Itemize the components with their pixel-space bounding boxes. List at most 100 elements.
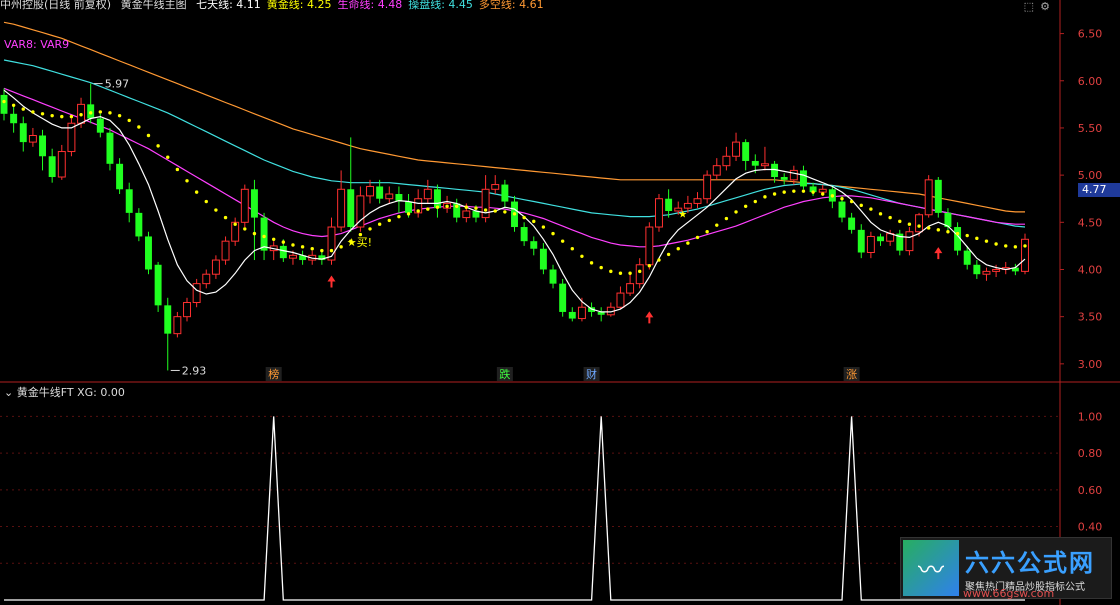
candle-body-65	[626, 283, 635, 294]
line-gold-dot-72	[695, 235, 700, 240]
line-gold-dot-2	[21, 107, 25, 111]
candle-body-40	[385, 193, 394, 200]
line-gold-dot-80	[772, 192, 777, 196]
buy-arrow-icon-1	[645, 311, 654, 324]
line-gold-dot-5	[50, 113, 54, 118]
line-gold-dot-70	[676, 247, 680, 251]
main-chart[interactable]: 6.50 6.00 5.50 5.00 4.50 4.00 3.50 3.00 1.00 0.80…	[0, 0, 1120, 605]
line-gold-dot-99	[955, 231, 960, 236]
line-gold-dot-68	[657, 258, 661, 262]
candle-body-54	[520, 227, 528, 242]
line-gold-dot-46	[445, 204, 449, 208]
y-tick-label-5: 4.00	[1078, 263, 1103, 276]
line-gold-dot-55	[532, 219, 536, 224]
candle-body-17	[164, 305, 172, 334]
candle-body-76	[732, 141, 741, 157]
candle-body-29	[279, 245, 287, 259]
candle-body-97	[934, 179, 942, 213]
candle-body-59	[568, 311, 576, 319]
line-gold-dot-103	[994, 242, 998, 246]
candle-body-83	[799, 170, 807, 187]
candle-body-94	[905, 231, 914, 252]
candle-body-20	[192, 283, 201, 304]
candle-body-68	[655, 198, 663, 228]
line-gold-dot-97	[936, 228, 941, 232]
candle-body-106	[1021, 238, 1029, 272]
candle-body-96	[924, 179, 933, 216]
line-gold-dot-39	[377, 222, 382, 226]
line-gold-dot-69	[666, 252, 671, 257]
line-gold-dot-92	[888, 215, 892, 220]
line-gold-dot-25	[243, 227, 247, 231]
line-gold-dot-65	[628, 271, 632, 275]
candle-body-60	[577, 306, 586, 320]
signal-label-3: 涨	[846, 368, 857, 381]
line-gold-dot-49	[474, 206, 478, 210]
signal-label-1: 跌	[499, 367, 510, 381]
line-gold-dot-94	[907, 222, 912, 226]
candle-body-30	[288, 254, 297, 259]
line-gold-dot-74	[715, 223, 719, 227]
candle-body-6	[57, 151, 66, 178]
line-gold-dot-7	[69, 114, 74, 119]
line-gold-dot-42	[406, 212, 411, 216]
candle-body-75	[722, 155, 731, 167]
line-gold-dot-101	[975, 236, 979, 241]
signal-label-2: 财	[586, 367, 597, 381]
candle-body-11	[106, 132, 114, 164]
line-gold-dot-82	[792, 189, 796, 193]
candle-body-44	[423, 188, 432, 200]
candle-body-15	[145, 236, 152, 270]
line-gold-dot-106	[1023, 244, 1027, 248]
line-gold-dot-52	[503, 210, 507, 214]
candle-body-4	[39, 135, 46, 157]
line-gold-dot-20	[194, 190, 199, 194]
line-gold-dot-71	[686, 241, 690, 245]
sub-tick-label-3: 0.40	[1078, 521, 1103, 534]
indicator-name: 黄金牛线主图	[120, 0, 187, 11]
line-gold-dot-62	[599, 265, 603, 270]
line-gold-dot-19	[185, 179, 189, 183]
line-gold-dot-33	[320, 248, 324, 253]
line-gold-dot-56	[541, 225, 546, 229]
line-gold-dot-77	[743, 204, 748, 208]
line-gold-dot-16	[156, 144, 160, 148]
candle-body-38	[366, 185, 374, 197]
candle-body-52	[501, 184, 509, 202]
line-gold-dot-38	[368, 227, 372, 231]
line-gold-dot-78	[753, 199, 758, 204]
line-gold-dot-29	[281, 240, 286, 244]
line-gold-dot-17	[166, 155, 170, 159]
candle-body-100	[963, 250, 971, 265]
candle-body-18	[173, 316, 182, 335]
watermark-title: 六六公式网	[965, 550, 1095, 577]
sub-tick-label-2: 0.60	[1078, 484, 1103, 497]
candle-body-77	[742, 142, 750, 161]
minimize-icon[interactable]: ⬚	[1024, 0, 1034, 13]
high-marker-label: 5.97	[105, 78, 130, 91]
line-gold-dot-66	[638, 269, 642, 274]
candle-body-66	[635, 264, 644, 285]
chart-header: 中州控股(日线 前复权) 黄金牛线主图 七天线: 4.11 黄金线: 4.25 生命…	[0, 0, 556, 11]
line-gold-dot-27	[262, 234, 266, 239]
line-gold-dot-14	[137, 125, 141, 129]
line-gold-dot-98	[946, 230, 950, 234]
line-gold-dot-53	[512, 212, 517, 216]
candle-body-5	[48, 156, 56, 178]
chevron-down-icon[interactable]: ⌄	[4, 386, 13, 399]
candle-body-16	[154, 264, 162, 306]
line-gold-dot-89	[859, 203, 863, 208]
settings-icon[interactable]: ⚙	[1040, 0, 1050, 13]
line-gold-dot-32	[310, 247, 314, 251]
candle-body-101	[973, 264, 981, 275]
line-gold-dot-63	[609, 269, 613, 274]
candle-body-39	[376, 186, 384, 199]
candle-body-51	[491, 184, 500, 190]
candle-body-48	[462, 210, 471, 219]
candle-body-42	[405, 201, 413, 213]
line-gold-dot-22	[214, 208, 218, 212]
line-gold-dot-41	[397, 214, 401, 219]
candle-body-13	[125, 189, 133, 213]
watermark-url: www.66gsw.com	[963, 587, 1055, 600]
sub-tick-label-1: 0.80	[1078, 447, 1103, 460]
